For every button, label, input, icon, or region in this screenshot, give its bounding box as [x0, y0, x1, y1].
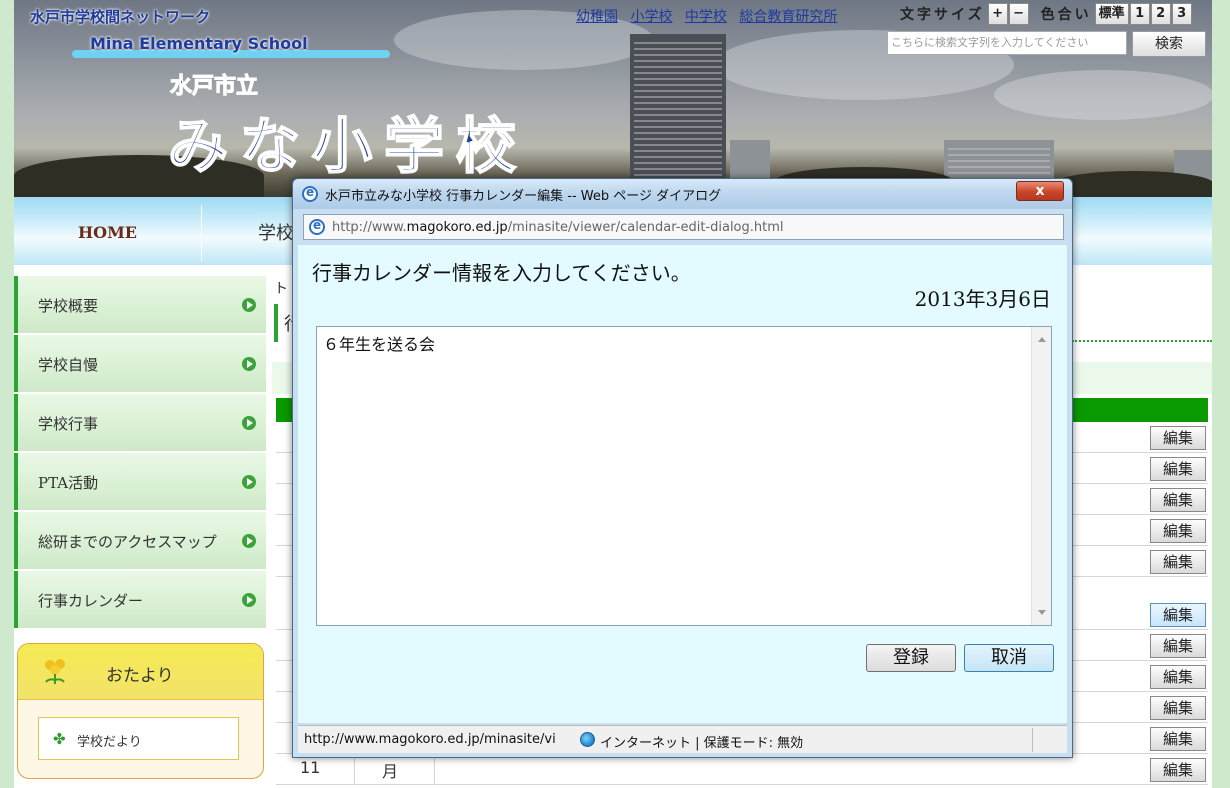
dialog-prompt: 行事カレンダー情報を入力してください。 [312, 261, 691, 285]
sidebar-item-label: 学校自慢 [38, 356, 99, 374]
status-url: http://www.magokoro.ed.jp/minasite/vi [304, 732, 556, 747]
edit-button[interactable]: 編集 [1150, 665, 1206, 689]
nav-school[interactable]: 学校 [258, 219, 294, 245]
sidebar-item-pta[interactable]: PTA活動 [14, 453, 266, 510]
sidebar-item-label: 行事カレンダー [38, 592, 144, 610]
edit-button[interactable]: 編集 [1150, 426, 1206, 450]
sidebar-item-label: 総研までのアクセスマップ [38, 533, 217, 551]
link-research-institute[interactable]: 総合教育研究所 [739, 9, 837, 25]
table-row: 11 月 編集 [276, 754, 1208, 785]
newsletter-link[interactable]: ✤ 学校だより [38, 717, 239, 760]
ie-icon [309, 218, 325, 235]
edit-button[interactable]: 編集 [1150, 727, 1206, 751]
edit-button[interactable]: 編集 [1150, 634, 1206, 658]
color-option-1-button[interactable]: 1 [1129, 3, 1150, 25]
network-title[interactable]: 水戸市学校間ネットワーク [30, 6, 210, 27]
school-name-en: Mina Elementary School [90, 34, 308, 53]
calendar-edit-dialog: 水戸市立みな小学校 行事カレンダー編集 -- Web ページ ダイアログ x h… [292, 178, 1073, 758]
dialog-body: 行事カレンダー情報を入力してください。 2013年3月6日 ６年生を送る会 登録… [298, 245, 1067, 723]
flower-icon [45, 659, 65, 684]
edit-button-active[interactable]: 編集 [1150, 603, 1206, 627]
textarea-scrollbar[interactable] [1031, 327, 1051, 625]
dialog-titlebar[interactable]: 水戸市立みな小学校 行事カレンダー編集 -- Web ページ ダイアログ x [293, 179, 1072, 209]
top-links: 幼稚園 小学校 中学校 総合教育研究所 [576, 6, 845, 26]
link-elementary[interactable]: 小学校 [630, 9, 672, 25]
status-divider [1032, 728, 1033, 752]
clover-icon: ✤ [53, 730, 66, 748]
display-controls: 文字サイズ + − 色合い 標準 1 2 3 [888, 3, 1192, 25]
link-kindergarten[interactable]: 幼稚園 [576, 9, 618, 25]
sidebar-item-access-map[interactable]: 総研までのアクセスマップ [14, 512, 266, 569]
dialog-status-bar: http://www.magokoro.ed.jp/minasite/vi イン… [298, 725, 1067, 753]
sidebar-item-label: 学校行事 [38, 415, 99, 433]
link-junior-high[interactable]: 中学校 [685, 9, 727, 25]
arrow-right-icon [242, 475, 256, 489]
school-city-label: 水戸市立 [169, 74, 259, 100]
search-input[interactable]: こちらに検索文字列を入力してください [887, 31, 1127, 55]
cloud [994, 70, 1212, 120]
color-standard-button[interactable]: 標準 [1094, 3, 1129, 25]
tower-building [630, 34, 726, 197]
sidebar-item-label: 学校概要 [38, 297, 99, 315]
sidebar-item-events[interactable]: 学校行事 [14, 394, 266, 451]
edit-button[interactable]: 編集 [1150, 488, 1206, 512]
font-size-label: 文字サイズ [900, 7, 985, 23]
dialog-title: 水戸市立みな小学校 行事カレンダー編集 -- Web ページ ダイアログ [325, 189, 722, 204]
newsletter-panel-header: おたより [18, 644, 263, 700]
register-button[interactable]: 登録 [866, 644, 956, 672]
color-scheme-label: 色合い [1040, 7, 1092, 23]
sidebar: 学校概要 学校自慢 学校行事 PTA活動 総研までのアクセスマップ 行事カレンダ… [14, 276, 266, 630]
close-button[interactable]: x [1016, 181, 1064, 201]
row-weekday: 月 [382, 762, 399, 781]
newsletter-panel: おたより ✤ 学校だより [17, 643, 264, 779]
dialog-address-bar: http://www.magokoro.ed.jp/minasite/viewe… [303, 214, 1064, 240]
color-option-2-button[interactable]: 2 [1150, 3, 1171, 25]
arrow-right-icon [242, 416, 256, 430]
edit-button[interactable]: 編集 [1150, 758, 1206, 782]
edit-button[interactable]: 編集 [1150, 550, 1206, 574]
content-title-marker: 行 [274, 304, 302, 342]
arrow-right-icon [242, 534, 256, 548]
divider [1072, 340, 1212, 342]
column-divider [434, 754, 435, 785]
nav-home[interactable]: HOME [14, 205, 202, 261]
event-textarea[interactable]: ６年生を送る会 [316, 326, 1052, 626]
arrow-right-icon [242, 357, 256, 371]
newsletter-panel-title: おたより [106, 666, 174, 686]
trees [1054, 171, 1212, 197]
sidebar-item-pride[interactable]: 学校自慢 [14, 335, 266, 392]
event-text: ６年生を送る会 [323, 335, 436, 354]
sidebar-item-calendar[interactable]: 行事カレンダー [14, 571, 266, 628]
column-divider [354, 754, 355, 785]
school-name-logo: みな小学校 [167, 111, 528, 183]
color-option-3-button[interactable]: 3 [1171, 3, 1192, 25]
breadcrumb[interactable]: ト [274, 278, 288, 298]
newsletter-link-label: 学校だより [77, 735, 142, 750]
edit-button[interactable]: 編集 [1150, 696, 1206, 720]
row-date: 11 [300, 758, 321, 777]
header-banner: 水戸市学校間ネットワーク Mina Elementary School 水戸市立… [14, 0, 1212, 197]
cancel-button[interactable]: 取消 [964, 644, 1054, 672]
dialog-url: http://www.magokoro.ed.jp/minasite/viewe… [332, 220, 784, 235]
edit-button[interactable]: 編集 [1150, 519, 1206, 543]
scroll-up-icon[interactable] [1038, 337, 1046, 342]
arrow-right-icon [242, 298, 256, 312]
font-decrease-button[interactable]: − [1008, 3, 1029, 25]
sidebar-item-label: PTA活動 [38, 474, 99, 492]
ie-icon [302, 185, 318, 202]
scroll-down-icon[interactable] [1038, 610, 1046, 615]
font-increase-button[interactable]: + [987, 3, 1008, 25]
status-zone: インターネット | 保護モード: 無効 [600, 736, 804, 751]
globe-icon [580, 732, 595, 747]
event-date: 2013年3月6日 [914, 287, 1051, 311]
search-button[interactable]: 検索 [1132, 31, 1206, 57]
edit-button[interactable]: 編集 [1150, 457, 1206, 481]
arrow-right-icon [242, 593, 256, 607]
sidebar-item-overview[interactable]: 学校概要 [14, 276, 266, 333]
